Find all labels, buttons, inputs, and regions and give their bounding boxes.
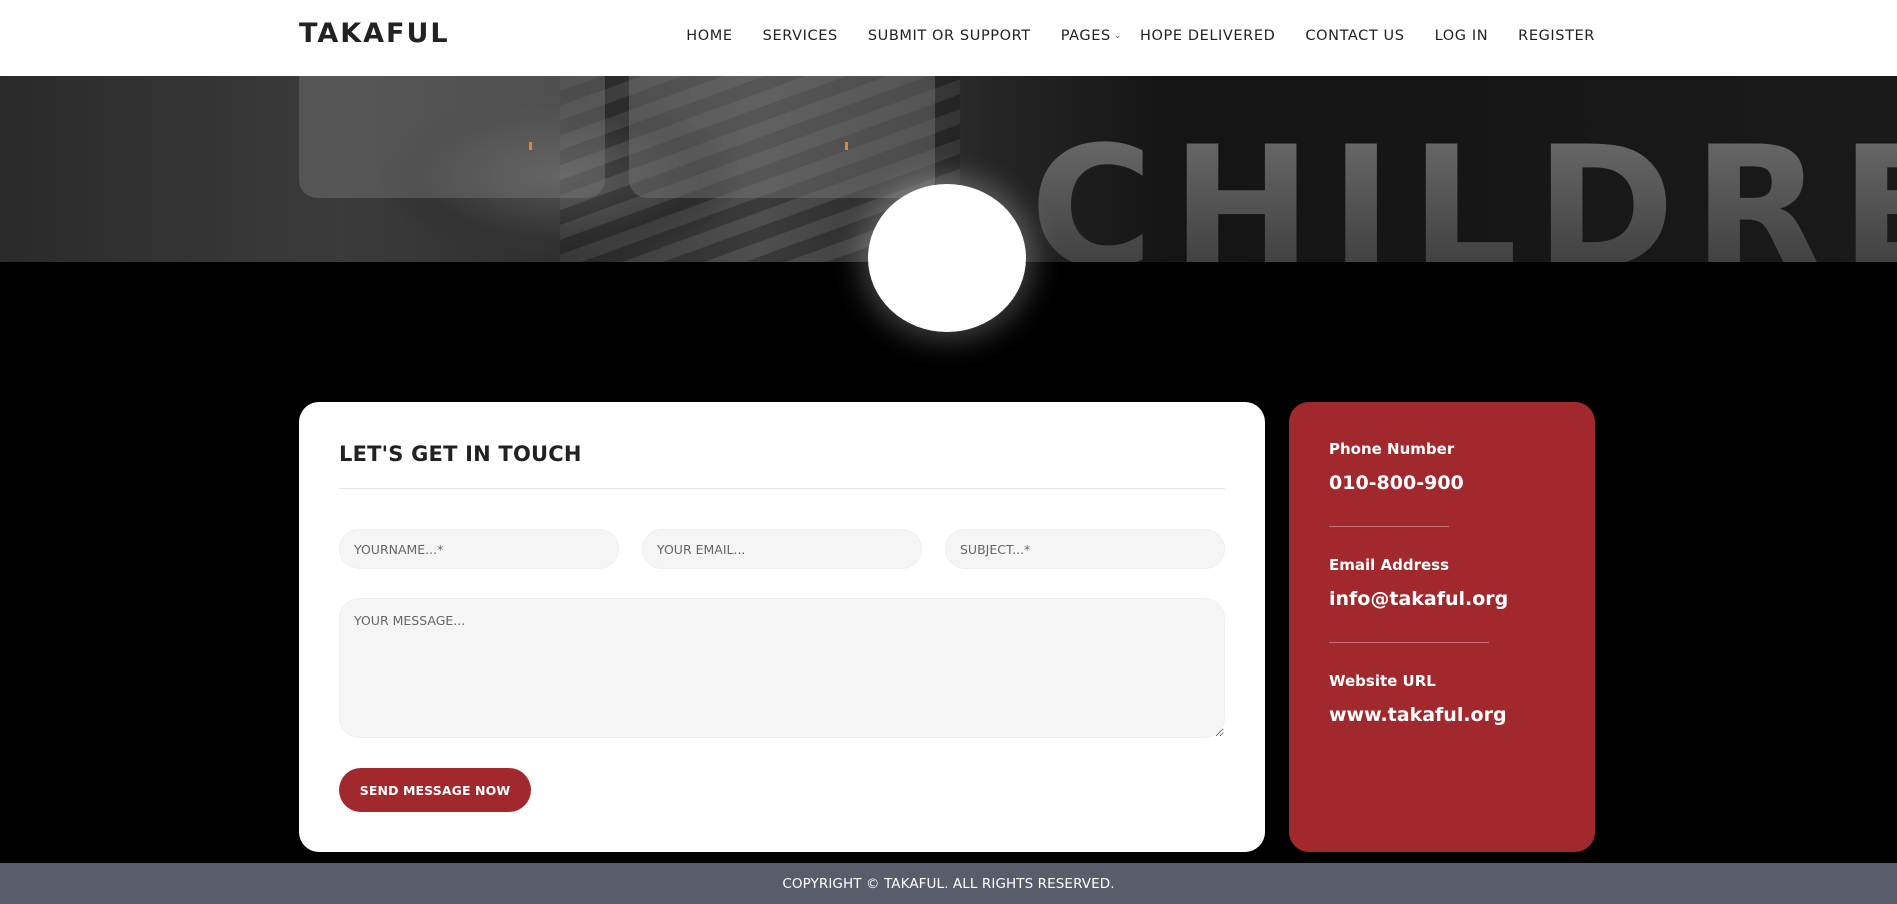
phone-label: Phone Number [1329,440,1455,458]
divider [339,488,1225,489]
nav-item-submit-or-support[interactable]: SUBMIT OR SUPPORT [868,28,1031,44]
card-accent-mark [845,142,848,150]
email-value[interactable]: info@takaful.org [1329,588,1508,610]
nav-item-services[interactable]: SERVICES [763,28,838,44]
phone-value[interactable]: 010-800-900 [1329,472,1464,494]
site-logo[interactable]: TAKAFUL [299,18,450,49]
nav-item-pages[interactable]: PAGES ⌄ [1061,28,1122,44]
contact-form-card: LET'S GET IN TOUCH SEND MESSAGE NOW [299,402,1265,852]
hero-card-left[interactable] [299,76,605,198]
nav-item-log-in[interactable]: LOG IN [1435,28,1489,44]
nav-item-home[interactable]: HOME [686,28,732,44]
nav-item-hope-delivered[interactable]: HOPE DELIVERED [1140,28,1275,44]
divider [1329,642,1489,643]
message-textarea[interactable] [339,598,1225,738]
hero-card-right[interactable] [629,76,935,198]
website-value[interactable]: www.takaful.org [1329,704,1507,726]
copyright-text: COPYRIGHT © TAKAFUL. ALL RIGHTS RESERVED… [782,875,1115,892]
card-accent-mark [529,142,532,150]
nav-item-contact-us[interactable]: CONTACT US [1305,28,1404,44]
name-input[interactable] [339,529,619,569]
chevron-down-icon: ⌄ [1113,31,1122,41]
site-header: TAKAFUL HOME SERVICES SUBMIT OR SUPPORT … [0,0,1897,76]
nav-item-pages-label: PAGES [1060,28,1111,44]
contact-info-card: Phone Number 010-800-900 Email Address i… [1289,402,1595,852]
decorative-glow-circle [868,184,1026,332]
email-input[interactable] [642,529,922,569]
site-footer: COPYRIGHT © TAKAFUL. ALL RIGHTS RESERVED… [0,863,1897,904]
send-message-button[interactable]: SEND MESSAGE NOW [339,768,531,812]
divider [1329,526,1449,527]
main-nav: HOME SERVICES SUBMIT OR SUPPORT PAGES ⌄ H… [656,28,1595,44]
nav-item-register[interactable]: REGISTER [1518,28,1595,44]
email-label: Email Address [1329,556,1450,574]
hero-big-word: CHILDREN [1030,124,1897,262]
website-label: Website URL [1329,672,1436,690]
contact-form-title: LET'S GET IN TOUCH [339,442,582,466]
subject-input[interactable] [945,529,1225,569]
